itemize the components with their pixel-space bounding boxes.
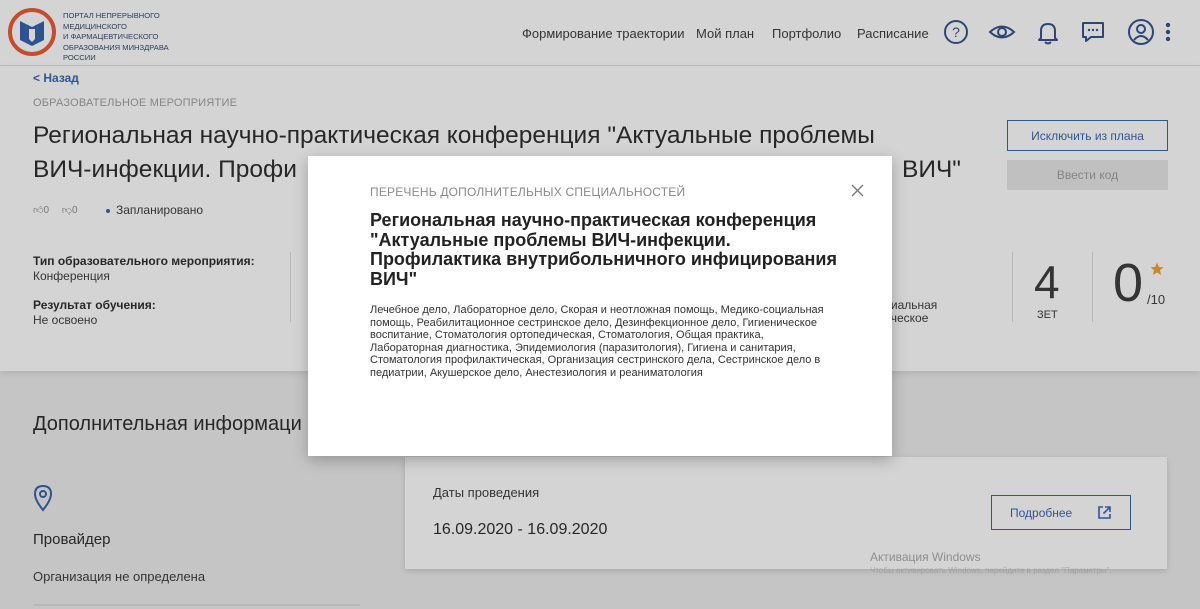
specialties-list: Лечебное дело, Лабораторное дело, Скорая… <box>370 304 824 379</box>
modal-kind: Перечень дополнительных специальностей <box>370 185 686 199</box>
close-icon[interactable] <box>851 184 864 197</box>
specialties-modal: Перечень дополнительных специальностей Р… <box>308 156 892 456</box>
modal-title: Региональная научно-практическая конфере… <box>370 210 837 289</box>
